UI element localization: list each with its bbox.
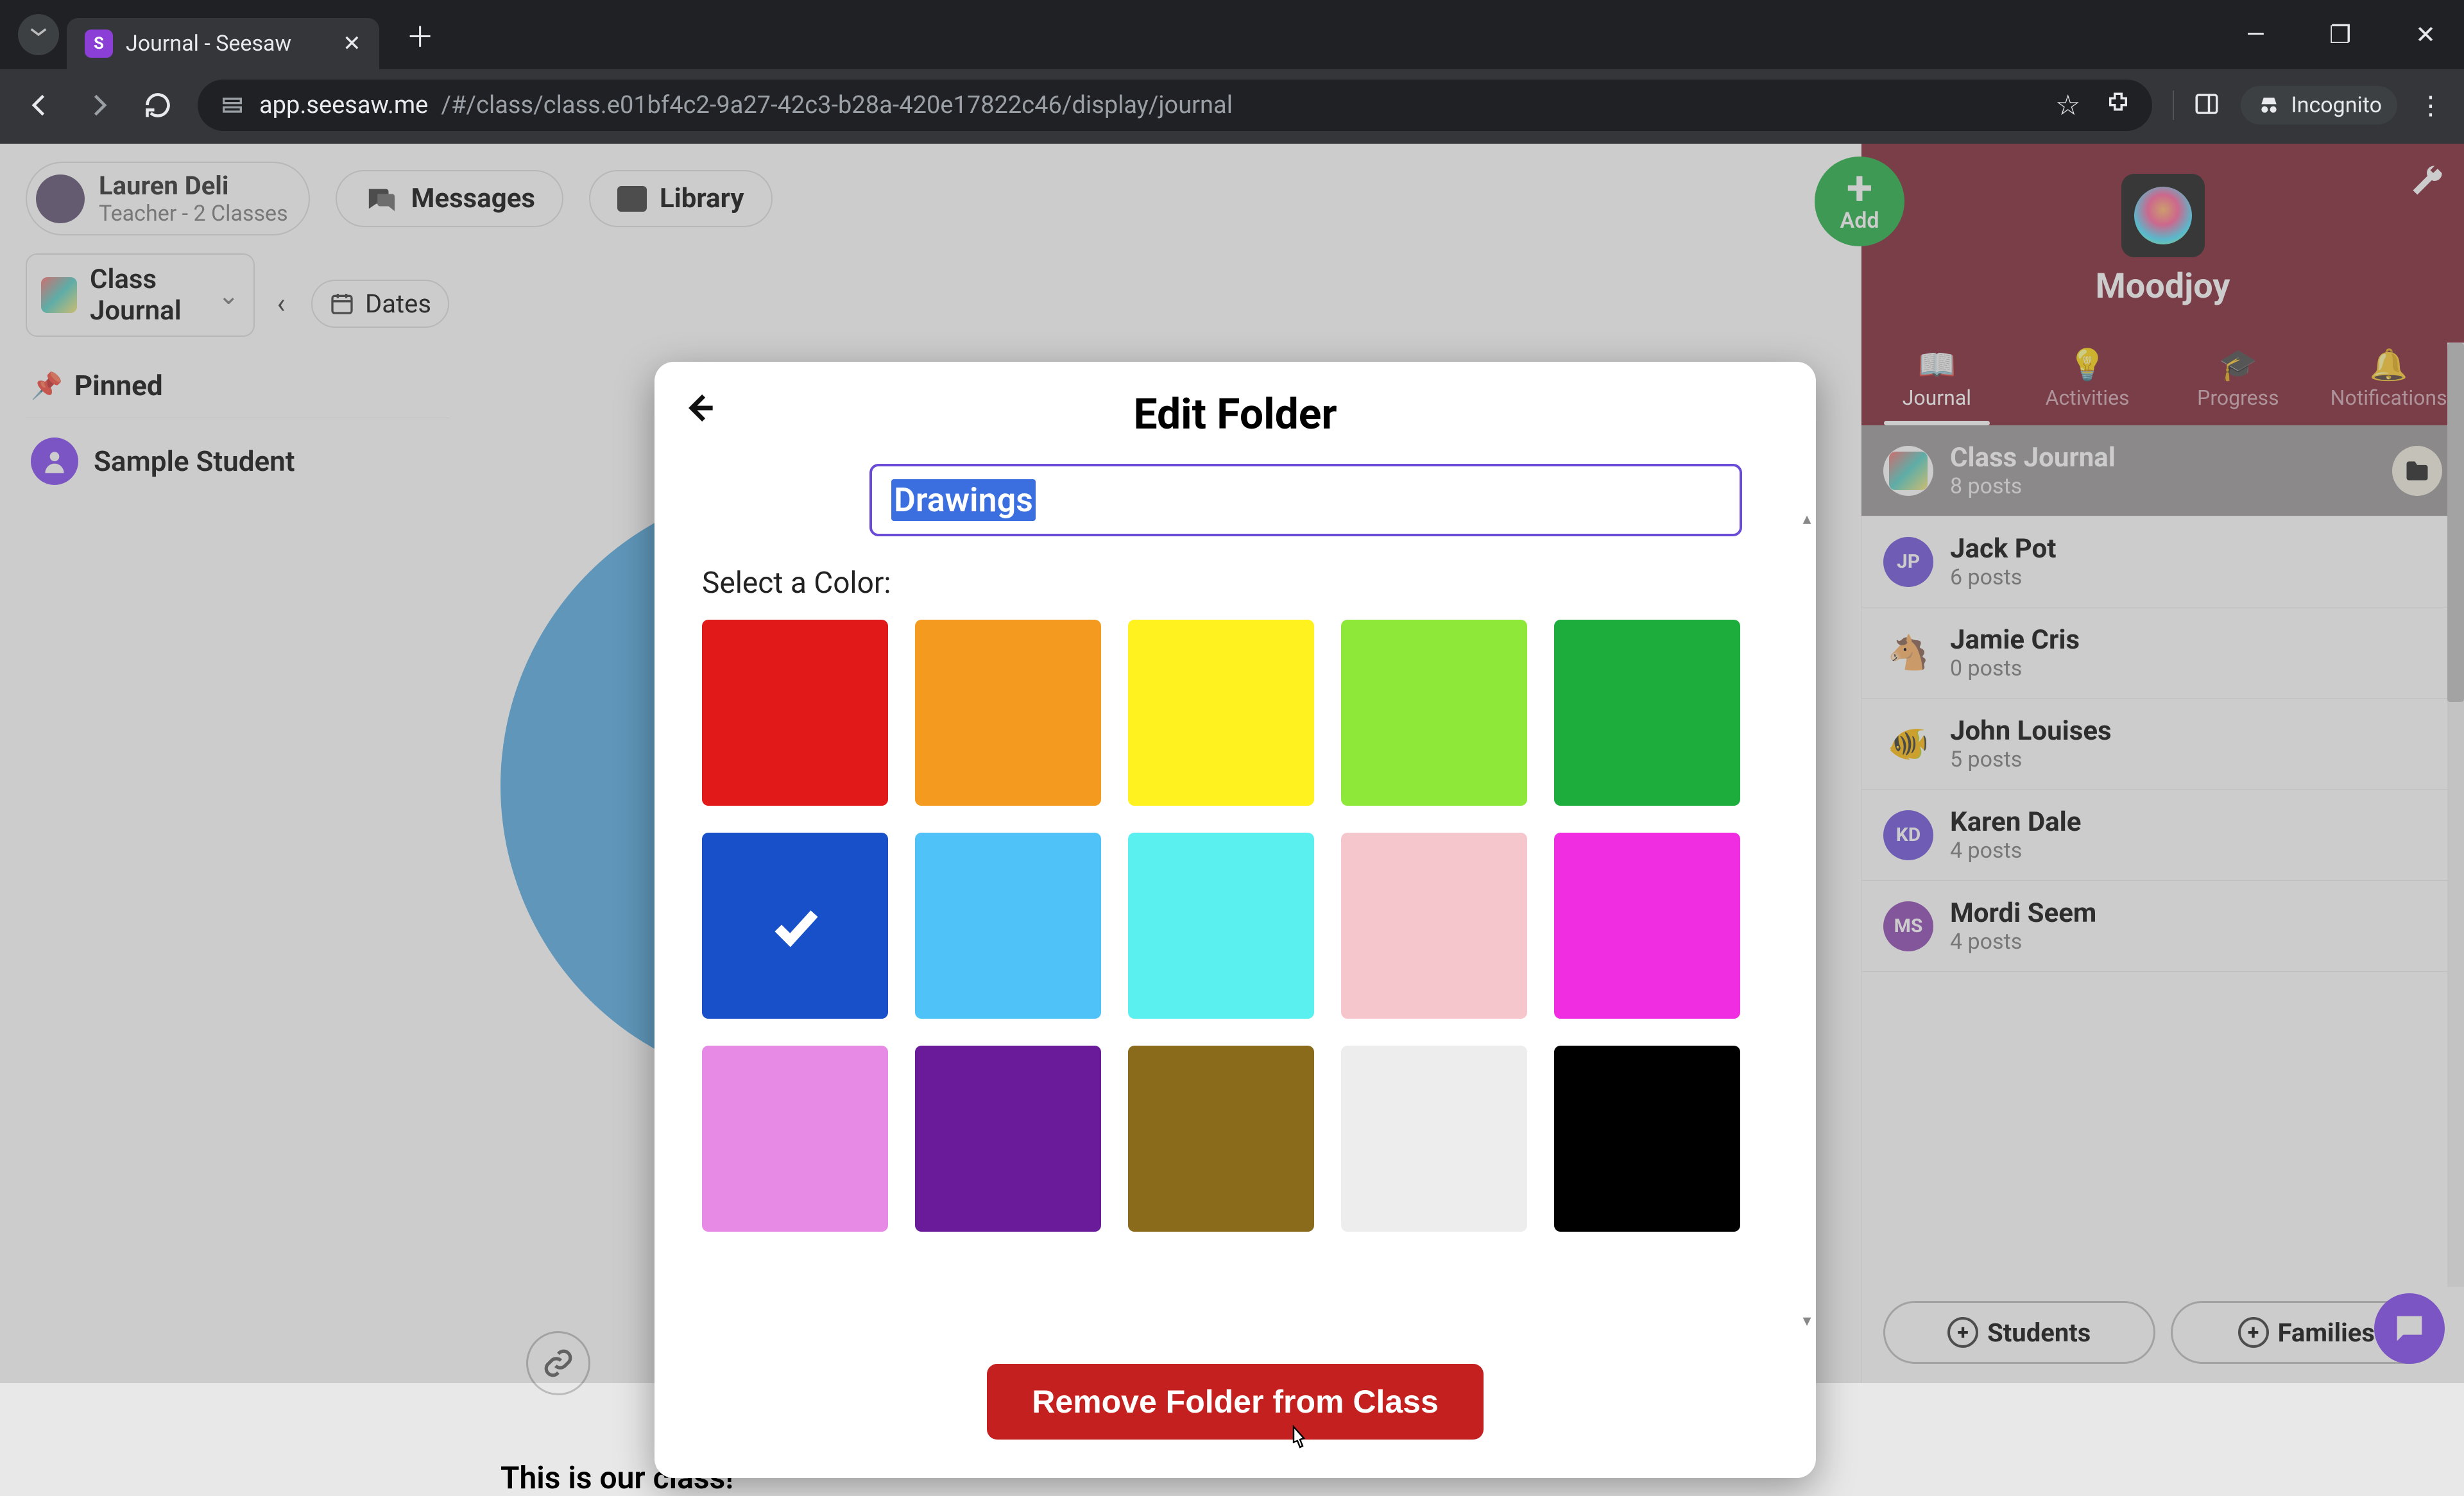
color-swatch[interactable] bbox=[1554, 620, 1740, 806]
modal-body: Drawings Select a Color: bbox=[654, 457, 1816, 1345]
forward-button[interactable] bbox=[80, 86, 118, 124]
tab-title: Journal - Seesaw bbox=[126, 31, 291, 56]
address-actions: ☆ bbox=[2055, 89, 2132, 122]
folder-name-input[interactable]: Drawings bbox=[869, 464, 1742, 536]
url-host: app.seesaw.me bbox=[259, 91, 428, 119]
folder-name-value: Drawings bbox=[891, 479, 1036, 521]
site-settings-icon[interactable] bbox=[218, 91, 246, 119]
scroll-down-icon[interactable]: ▾ bbox=[1801, 1311, 1813, 1330]
modal-scrollbar[interactable]: ▴ ▾ bbox=[1801, 509, 1813, 1330]
close-window-button[interactable]: ✕ bbox=[2405, 15, 2446, 55]
extensions-icon[interactable] bbox=[2105, 90, 2132, 120]
url-field[interactable]: app.seesaw.me /#/class/class.e01bf4c2-9a2… bbox=[198, 80, 2152, 131]
window-controls: — ❐ ✕ bbox=[2236, 15, 2446, 55]
check-icon bbox=[766, 897, 824, 955]
tab-search-button[interactable] bbox=[18, 14, 59, 55]
url-path: /#/class/class.e01bf4c2-9a27-42c3-b28a-4… bbox=[441, 91, 1233, 119]
tab-bar: S Journal - Seesaw ✕ ＋ — ❐ ✕ bbox=[0, 0, 2464, 69]
browser-tab-active[interactable]: S Journal - Seesaw ✕ bbox=[67, 18, 379, 69]
select-color-label: Select a Color: bbox=[702, 566, 1768, 600]
browser-chrome: S Journal - Seesaw ✕ ＋ — ❐ ✕ app.seesaw.… bbox=[0, 0, 2464, 144]
remove-folder-button[interactable]: Remove Folder from Class bbox=[987, 1364, 1484, 1440]
color-swatch[interactable] bbox=[915, 833, 1101, 1019]
color-swatch[interactable] bbox=[702, 833, 888, 1019]
color-swatch[interactable] bbox=[915, 1046, 1101, 1232]
tab-favicon: S bbox=[85, 30, 113, 58]
scroll-up-icon[interactable]: ▴ bbox=[1801, 509, 1813, 529]
chrome-menu-icon[interactable]: ⋮ bbox=[2418, 90, 2443, 121]
minimize-button[interactable]: — bbox=[2236, 15, 2275, 55]
address-bar: app.seesaw.me /#/class/class.e01bf4c2-9a2… bbox=[0, 69, 2464, 144]
new-tab-button[interactable]: ＋ bbox=[406, 14, 434, 55]
color-swatch[interactable] bbox=[1128, 833, 1314, 1019]
color-swatch[interactable] bbox=[1554, 1046, 1740, 1232]
side-panel-icon[interactable] bbox=[2173, 90, 2220, 120]
maximize-button[interactable]: ❐ bbox=[2319, 15, 2361, 55]
color-swatch[interactable] bbox=[702, 1046, 888, 1232]
color-swatch[interactable] bbox=[915, 620, 1101, 806]
color-swatch[interactable] bbox=[1128, 1046, 1314, 1232]
incognito-label: Incognito bbox=[2291, 92, 2382, 118]
color-swatch[interactable] bbox=[702, 620, 888, 806]
color-swatch[interactable] bbox=[1341, 833, 1527, 1019]
bookmark-icon[interactable]: ☆ bbox=[2055, 89, 2080, 122]
modal-footer: Remove Folder from Class bbox=[654, 1345, 1816, 1478]
incognito-indicator[interactable]: Incognito bbox=[2241, 86, 2397, 124]
reload-button[interactable] bbox=[139, 86, 177, 124]
modal-header: Edit Folder bbox=[654, 362, 1816, 457]
modal-back-button[interactable] bbox=[683, 390, 719, 436]
tab-close-icon[interactable]: ✕ bbox=[343, 31, 361, 56]
color-swatch-grid bbox=[702, 620, 1768, 1232]
app-viewport: Lauren Deli Teacher - 2 Classes Messages… bbox=[0, 144, 2464, 1383]
color-swatch[interactable] bbox=[1341, 1046, 1527, 1232]
edit-folder-modal: Edit Folder Drawings Select a Color: ▴ ▾… bbox=[654, 362, 1816, 1478]
color-swatch[interactable] bbox=[1554, 833, 1740, 1019]
color-swatch[interactable] bbox=[1128, 620, 1314, 806]
color-swatch[interactable] bbox=[1341, 620, 1527, 806]
modal-title: Edit Folder bbox=[693, 390, 1777, 439]
back-button[interactable] bbox=[21, 86, 59, 124]
